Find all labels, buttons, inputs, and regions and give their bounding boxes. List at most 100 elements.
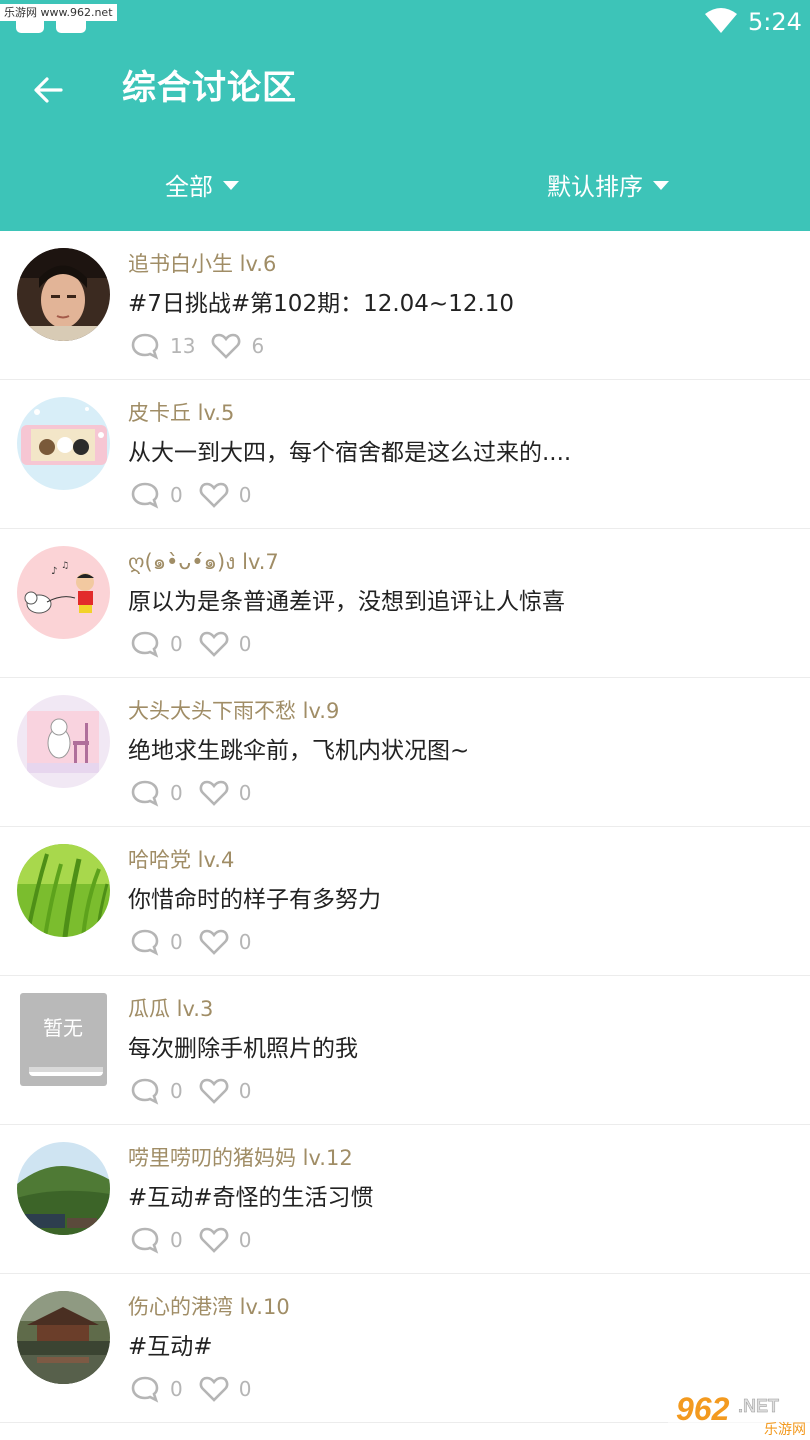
sort-dropdown[interactable]: 默认排序 (547, 164, 669, 204)
post-title[interactable]: 从大一到大四，每个宿舍都是这么过来的.... (128, 436, 571, 470)
avatar-green-grass-icon (17, 844, 110, 937)
post-author[interactable]: 哈哈党 lv.4 (128, 845, 234, 875)
post-author[interactable]: 追书白小生 lv.6 (128, 249, 276, 279)
comment-icon[interactable] (130, 332, 160, 360)
top-app-bar: 乐游网 www.962.net 5:24 综合讨论区 全部 默认排序 (0, 0, 810, 231)
post-stats: 0 0 (130, 629, 267, 659)
like-count: 0 (238, 1377, 252, 1401)
like-count: 0 (238, 1079, 252, 1103)
comment-count: 0 (170, 632, 183, 656)
like-count: 0 (238, 483, 252, 507)
like-count: 0 (238, 1228, 252, 1252)
post-title[interactable]: 绝地求生跳伞前，飞机内状况图~ (128, 734, 469, 768)
svg-text:暂无: 暂无 (43, 1016, 83, 1040)
post-stats: 0 0 (130, 1076, 267, 1106)
comment-count: 0 (170, 483, 183, 507)
avatar[interactable] (17, 248, 110, 341)
post-item[interactable]: 暂无 瓜瓜 lv.3 每次删除手机照片的我 0 0 (0, 976, 810, 1125)
avatar-landscape-hill-icon (17, 1142, 110, 1235)
site-watermark-logo: 962 .NET 乐游网 (668, 1386, 810, 1440)
post-author[interactable]: 皮卡丘 lv.5 (128, 398, 234, 428)
like-count: 0 (238, 632, 252, 656)
avatar-photo-man-icon (17, 248, 110, 341)
heart-icon[interactable] (199, 630, 229, 658)
avatar[interactable] (17, 397, 110, 490)
avatar[interactable] (17, 1291, 110, 1384)
post-item[interactable]: 唠里唠叨的猪妈妈 lv.12 #互动#奇怪的生活习惯 0 0 (0, 1125, 810, 1274)
comment-count: 0 (170, 930, 183, 954)
heart-icon[interactable] (199, 1226, 229, 1254)
heart-icon[interactable] (211, 332, 241, 360)
comment-icon[interactable] (130, 928, 160, 956)
post-stats: 0 0 (130, 480, 267, 510)
back-button[interactable] (28, 68, 68, 112)
caret-down-icon (653, 180, 669, 190)
comment-icon[interactable] (130, 1077, 160, 1105)
post-stats: 0 0 (130, 927, 267, 957)
heart-icon[interactable] (199, 1077, 229, 1105)
heart-icon[interactable] (199, 928, 229, 956)
watermark-label: 乐游网 www.962.net (0, 4, 117, 21)
post-item[interactable]: 大头大头下雨不愁 lv.9 绝地求生跳伞前，飞机内状况图~ 0 0 (0, 678, 810, 827)
comment-count: 0 (170, 781, 183, 805)
comment-icon[interactable] (130, 1226, 160, 1254)
post-item[interactable]: 追书白小生 lv.6 #7日挑战#第102期：12.04~12.10 13 6 (0, 231, 810, 380)
comment-count: 0 (170, 1228, 183, 1252)
post-list: 追书白小生 lv.6 #7日挑战#第102期：12.04~12.10 13 6 … (0, 231, 810, 1423)
wifi-icon (705, 8, 737, 33)
comment-icon[interactable] (130, 481, 160, 509)
post-author[interactable]: 瓜瓜 lv.3 (128, 994, 213, 1024)
avatar[interactable] (17, 844, 110, 937)
heart-icon[interactable] (199, 481, 229, 509)
post-title[interactable]: #互动# (128, 1330, 213, 1364)
post-item[interactable]: ♪ ♫ ღ(๑•̀ᴗ•́๑)ง lv.7 原以为是条普通差评，没想到追评让人惊喜… (0, 529, 810, 678)
caret-down-icon (223, 180, 239, 190)
category-filter-label: 全部 (165, 172, 213, 201)
avatar-cartoon-bears-icon (17, 397, 110, 490)
status-time: 5:24 (748, 8, 802, 36)
like-count: 6 (251, 334, 265, 358)
avatar-landscape-pavilion-icon (17, 1291, 110, 1384)
avatar[interactable]: 暂无 (17, 993, 110, 1086)
comment-icon[interactable] (130, 1375, 160, 1403)
comment-icon[interactable] (130, 630, 160, 658)
comment-icon[interactable] (130, 779, 160, 807)
avatar-placeholder-icon: 暂无 (20, 993, 107, 1086)
post-item[interactable]: 皮卡丘 lv.5 从大一到大四，每个宿舍都是这么过来的.... 0 0 (0, 380, 810, 529)
post-title[interactable]: #7日挑战#第102期：12.04~12.10 (128, 287, 514, 321)
heart-icon[interactable] (199, 1375, 229, 1403)
post-title[interactable]: #互动#奇怪的生活习惯 (128, 1181, 374, 1215)
comment-count: 0 (170, 1079, 183, 1103)
avatar-cartoon-boy-dog-icon: ♪ ♫ (17, 546, 110, 639)
avatar[interactable] (17, 695, 110, 788)
avatar[interactable] (17, 1142, 110, 1235)
comment-count: 13 (170, 334, 196, 358)
post-author[interactable]: 唠里唠叨的猪妈妈 lv.12 (128, 1143, 353, 1173)
post-stats: 0 0 (130, 1225, 267, 1255)
svg-text:♫: ♫ (61, 561, 69, 571)
post-stats: 13 6 (130, 331, 280, 361)
post-author[interactable]: 伤心的港湾 lv.10 (128, 1292, 290, 1322)
like-count: 0 (238, 930, 252, 954)
category-filter-dropdown[interactable]: 全部 (165, 164, 239, 204)
sort-label: 默认排序 (547, 172, 643, 201)
post-stats: 0 0 (130, 1374, 267, 1404)
page-title: 综合讨论区 (122, 68, 297, 108)
post-stats: 0 0 (130, 778, 267, 808)
like-count: 0 (238, 781, 252, 805)
post-title[interactable]: 每次删除手机照片的我 (128, 1032, 358, 1066)
comment-count: 0 (170, 1377, 183, 1401)
svg-text:.NET: .NET (738, 1396, 779, 1416)
back-arrow-icon (34, 77, 63, 103)
svg-text:♪: ♪ (51, 566, 57, 577)
avatar[interactable]: ♪ ♫ (17, 546, 110, 639)
svg-text:962: 962 (676, 1391, 730, 1427)
post-title[interactable]: 你惜命时的样子有多努力 (128, 883, 381, 917)
heart-icon[interactable] (199, 779, 229, 807)
avatar-cartoon-bear-chair-icon (17, 695, 110, 788)
post-author[interactable]: 大头大头下雨不愁 lv.9 (128, 696, 339, 726)
post-author[interactable]: ღ(๑•̀ᴗ•́๑)ง lv.7 (128, 547, 279, 577)
post-item[interactable]: 哈哈党 lv.4 你惜命时的样子有多努力 0 0 (0, 827, 810, 976)
status-bar: 乐游网 www.962.net 5:24 (0, 0, 810, 44)
post-title[interactable]: 原以为是条普通差评，没想到追评让人惊喜 (128, 585, 565, 619)
